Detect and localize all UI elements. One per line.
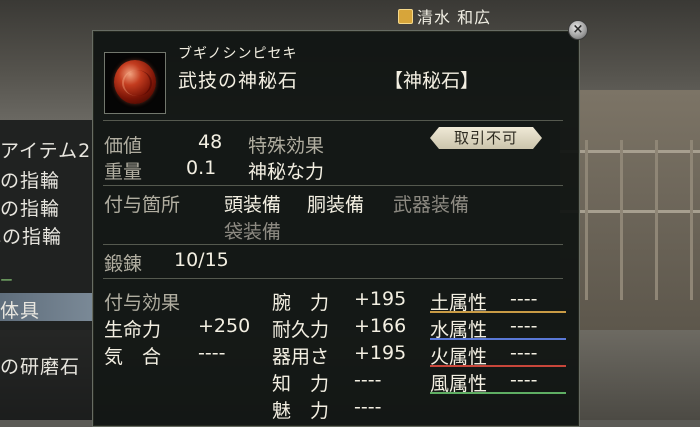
stat-label: 耐久力 — [272, 319, 330, 341]
inventory-item[interactable]: の指輪 — [0, 166, 60, 193]
stat-value: ---- — [354, 396, 382, 418]
inventory-item[interactable]: アイテム2 — [0, 136, 91, 163]
stat-value: +195 — [354, 342, 407, 364]
value-amount: 48 — [198, 131, 223, 153]
divider — [103, 185, 563, 186]
effects-label: 付与効果 — [104, 292, 181, 314]
stat-label: 腕 力 — [272, 292, 330, 314]
item-icon-frame — [104, 52, 166, 114]
slot-bag: 袋装備 — [224, 221, 282, 243]
stat-value: +166 — [354, 315, 407, 337]
divider — [103, 278, 563, 279]
stat-label: 器用さ — [272, 346, 330, 368]
earth-element-bar — [430, 311, 566, 313]
item-category: 【神秘石】 — [384, 70, 480, 92]
background-post — [620, 140, 623, 300]
background-railing — [560, 210, 700, 213]
player-name-tag: 清水 和広 — [398, 4, 491, 28]
slot-head: 頭装備 — [224, 194, 282, 216]
background-post — [585, 140, 588, 300]
slot-body: 胴装備 — [307, 194, 365, 216]
inventory-item[interactable]: 色の指輪 — [0, 222, 62, 249]
inventory-item[interactable]: の研磨石 — [0, 352, 80, 379]
stat-label: 知 力 — [272, 373, 330, 395]
inventory-item[interactable]: の指輪 — [0, 194, 60, 221]
stat-label: 気 合 — [104, 346, 162, 368]
item-name: 武技の神秘石 — [178, 70, 299, 92]
inventory-marker: ー — [0, 274, 14, 289]
stat-label: 魅 力 — [272, 400, 330, 422]
special-effect-value: 神秘な力 — [248, 161, 325, 183]
inventory-item-selected[interactable]: 体具 — [0, 296, 40, 323]
fire-element-bar — [430, 365, 566, 367]
item-reading: ブギノシンピセキ — [178, 46, 298, 62]
value-label: 価値 — [104, 135, 143, 157]
element-value: ---- — [510, 342, 538, 364]
forge-label: 鍛錬 — [104, 253, 143, 275]
weight-amount: 0.1 — [186, 157, 217, 179]
wind-element-bar — [430, 392, 566, 394]
stat-value: +250 — [198, 315, 251, 337]
untradeable-badge: 取引不可 — [430, 127, 542, 149]
background-post — [655, 140, 658, 300]
stat-value: +195 — [354, 288, 407, 310]
slot-weapon: 武器装備 — [393, 194, 470, 216]
special-effect-label: 特殊効果 — [248, 135, 325, 157]
element-value: ---- — [510, 288, 538, 310]
element-value: ---- — [510, 369, 538, 391]
stat-label: 生命力 — [104, 319, 162, 341]
stat-value: ---- — [354, 369, 382, 391]
background-railing — [560, 150, 700, 153]
divider — [103, 120, 563, 121]
attach-slots-label: 付与箇所 — [104, 194, 181, 216]
red-orb-icon — [114, 60, 156, 104]
divider — [103, 244, 563, 245]
close-icon[interactable]: × — [568, 20, 588, 40]
element-value: ---- — [510, 315, 538, 337]
weight-label: 重量 — [104, 161, 143, 183]
water-element-bar — [430, 338, 566, 340]
background-post — [690, 140, 693, 300]
player-name: 清水 和広 — [417, 8, 492, 27]
forge-value: 10/15 — [174, 249, 229, 271]
stat-value: ---- — [198, 342, 226, 364]
player-badge-icon — [398, 9, 413, 24]
